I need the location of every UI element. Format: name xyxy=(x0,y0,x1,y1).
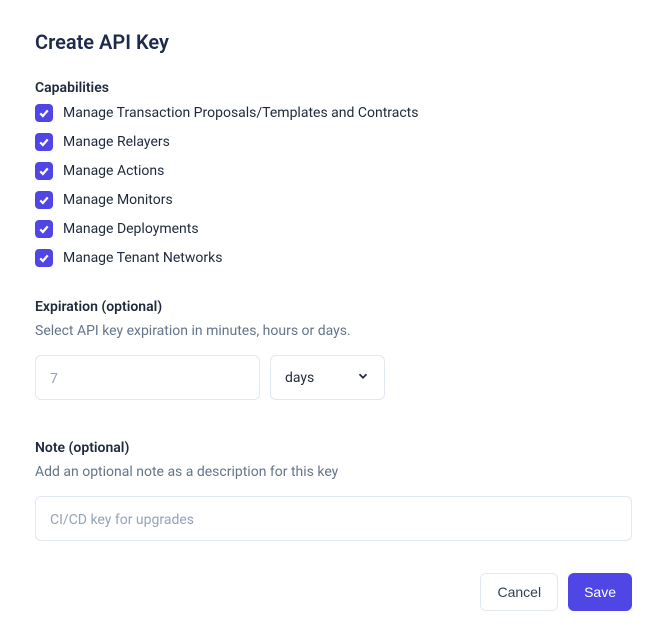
checkbox-manage-deployments[interactable] xyxy=(35,220,53,238)
capability-label: Manage Relayers xyxy=(63,134,170,150)
capabilities-list: Manage Transaction Proposals/Templates a… xyxy=(35,104,632,267)
chevron-down-icon xyxy=(356,368,370,387)
note-label: Note (optional) xyxy=(35,440,632,456)
note-placeholder: CI/CD key for upgrades xyxy=(50,512,194,528)
expiration-unit-select[interactable]: days xyxy=(270,355,385,400)
expiration-help: Select API key expiration in minutes, ho… xyxy=(35,323,632,339)
capability-label: Manage Deployments xyxy=(63,221,199,237)
expiration-label: Expiration (optional) xyxy=(35,299,632,315)
checkbox-manage-monitors[interactable] xyxy=(35,191,53,209)
checkbox-manage-tenant-networks[interactable] xyxy=(35,249,53,267)
capability-row: Manage Monitors xyxy=(35,191,632,209)
footer-buttons: Cancel Save xyxy=(35,573,632,611)
capability-row: Manage Transaction Proposals/Templates a… xyxy=(35,104,632,122)
check-icon xyxy=(38,252,50,264)
page-title: Create API Key xyxy=(35,30,632,54)
note-input[interactable]: CI/CD key for upgrades xyxy=(35,496,632,541)
check-icon xyxy=(38,165,50,177)
note-section: Note (optional) Add an optional note as … xyxy=(35,440,632,541)
expiration-unit-value: days xyxy=(285,370,314,386)
capability-row: Manage Relayers xyxy=(35,133,632,151)
expiration-value-input[interactable]: 7 xyxy=(35,355,260,400)
check-icon xyxy=(38,136,50,148)
check-icon xyxy=(38,223,50,235)
expiration-placeholder: 7 xyxy=(50,371,58,387)
note-help: Add an optional note as a description fo… xyxy=(35,464,632,480)
checkbox-manage-relayers[interactable] xyxy=(35,133,53,151)
expiration-section: Expiration (optional) Select API key exp… xyxy=(35,299,632,400)
capability-row: Manage Tenant Networks xyxy=(35,249,632,267)
capabilities-label: Capabilities xyxy=(35,80,632,96)
checkbox-manage-actions[interactable] xyxy=(35,162,53,180)
capability-label: Manage Monitors xyxy=(63,192,173,208)
check-icon xyxy=(38,194,50,206)
capabilities-section: Capabilities Manage Transaction Proposal… xyxy=(35,80,632,267)
capability-label: Manage Actions xyxy=(63,163,164,179)
cancel-button[interactable]: Cancel xyxy=(480,573,558,611)
capability-row: Manage Actions xyxy=(35,162,632,180)
capability-row: Manage Deployments xyxy=(35,220,632,238)
expiration-row: 7 days xyxy=(35,355,632,400)
capability-label: Manage Tenant Networks xyxy=(63,250,222,266)
capability-label: Manage Transaction Proposals/Templates a… xyxy=(63,105,419,121)
save-button[interactable]: Save xyxy=(568,573,632,611)
checkbox-manage-transactions[interactable] xyxy=(35,104,53,122)
check-icon xyxy=(38,107,50,119)
